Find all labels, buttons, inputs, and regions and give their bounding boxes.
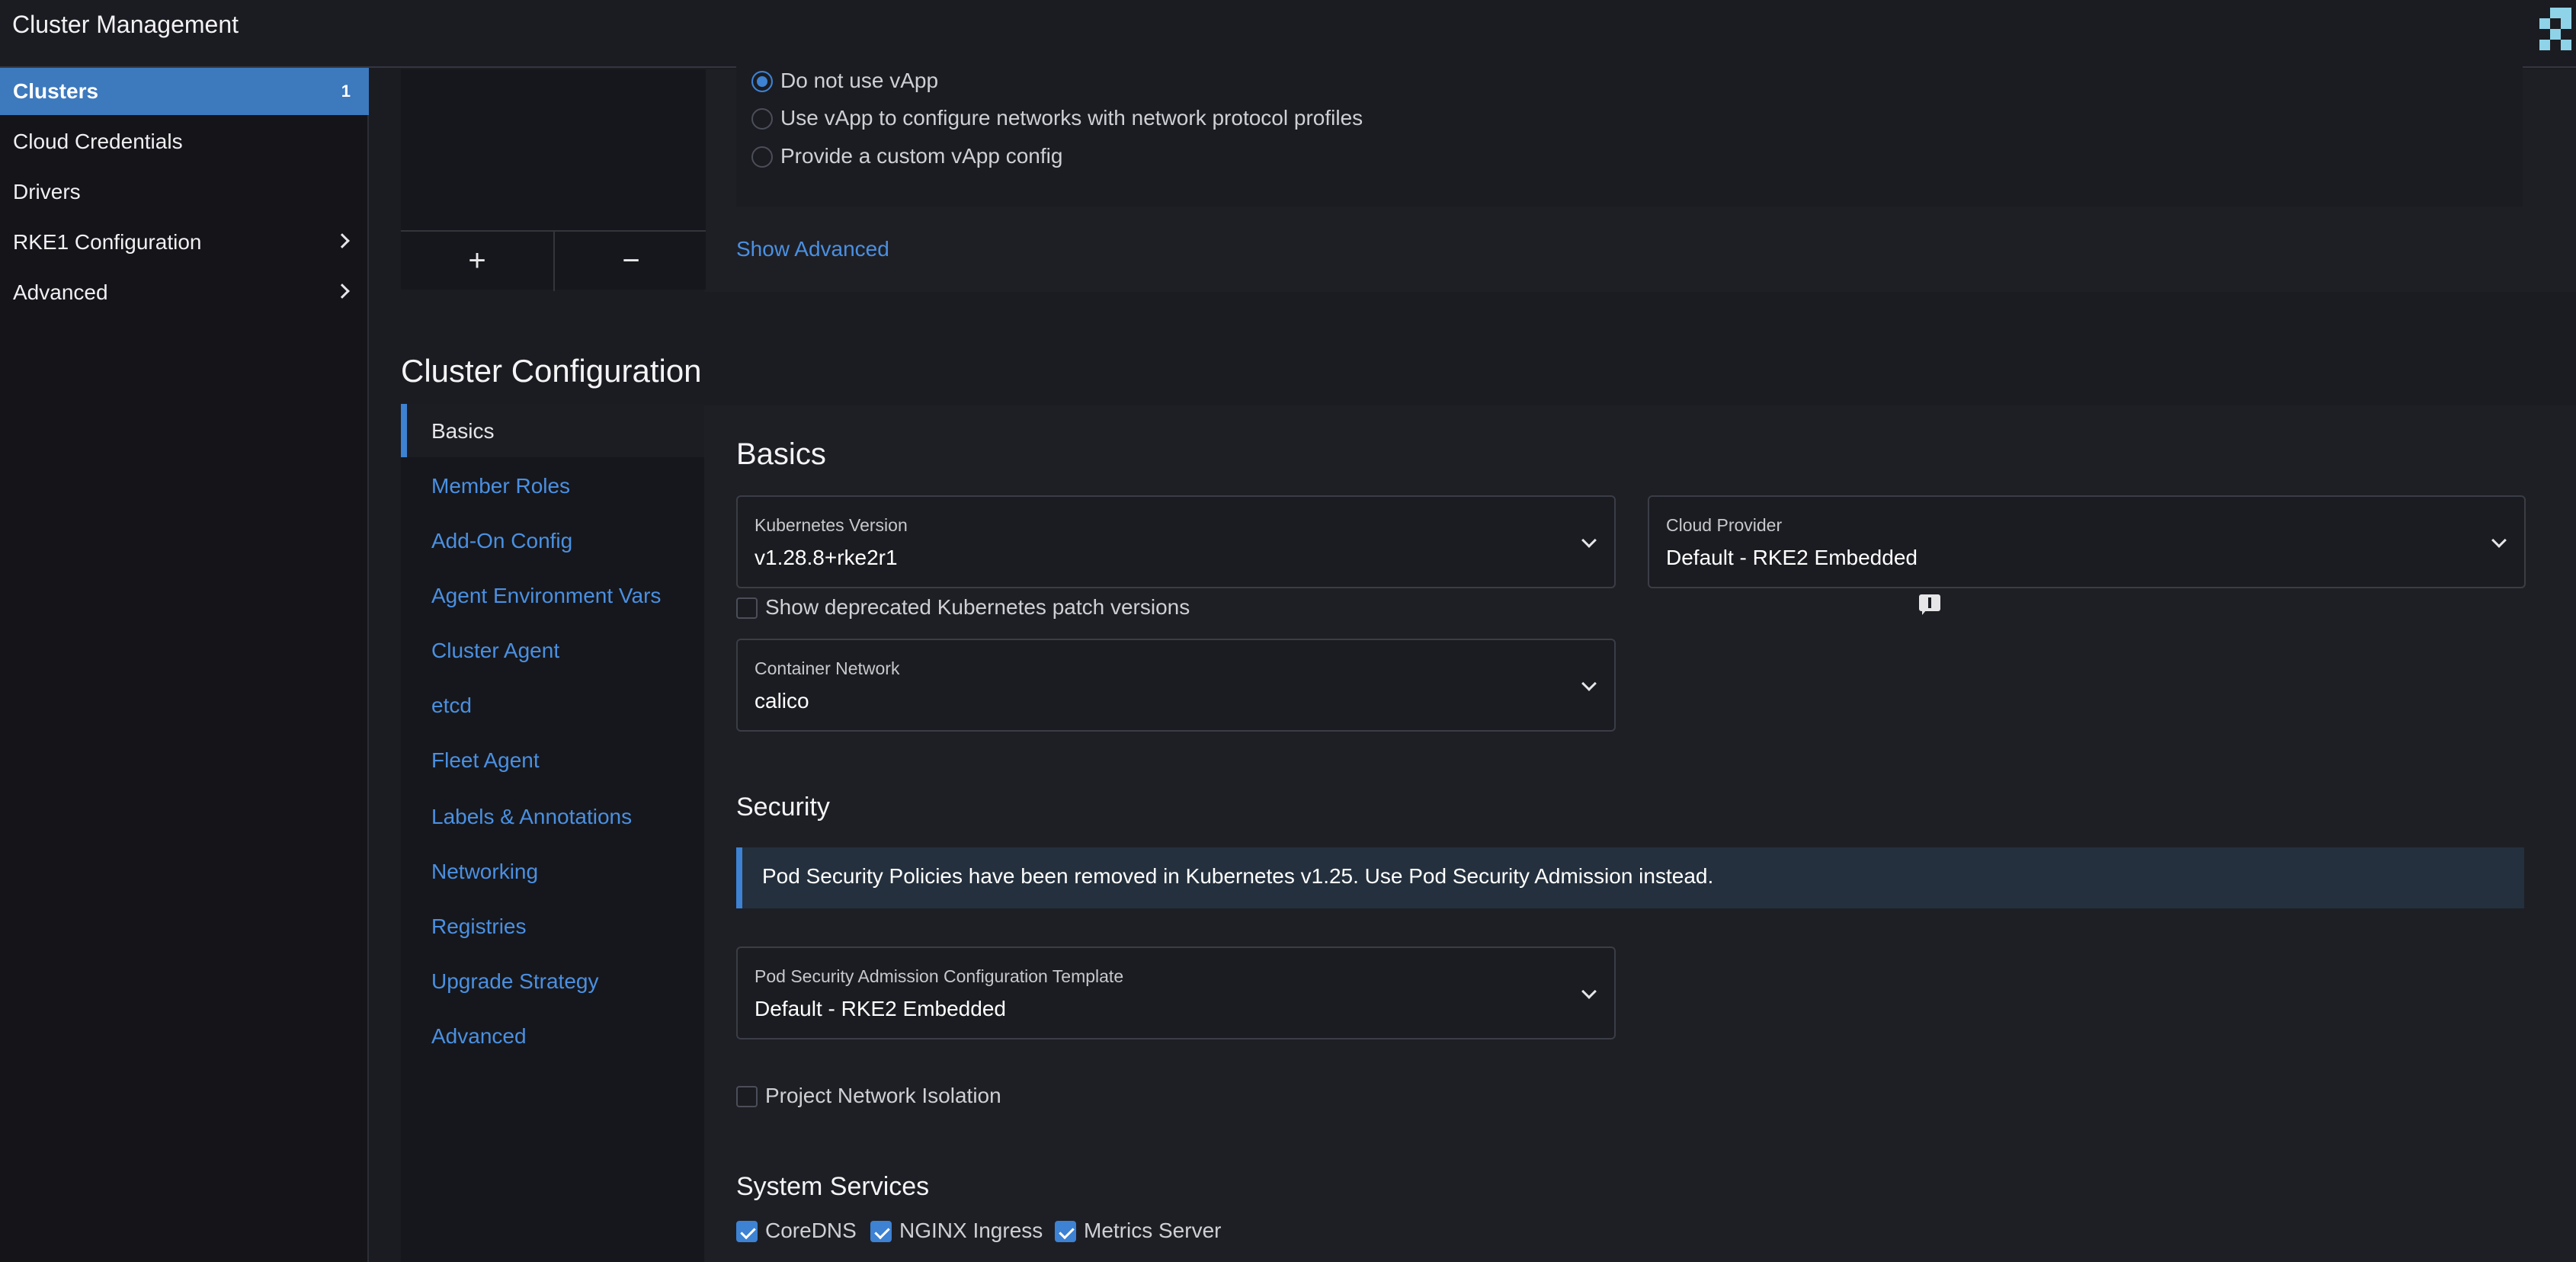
vapp-option-label: Provide a custom vApp config [780, 144, 1063, 168]
kubernetes-version-select[interactable]: Kubernetes Version v1.28.8+rke2r1 [736, 495, 1616, 588]
sidebar-item-rke1-configuration[interactable]: RKE1 Configuration [0, 219, 369, 266]
tab-label: Member Roles [431, 474, 571, 498]
page-title: Cluster Management [12, 11, 239, 38]
checkbox-label: NGINX Ingress [899, 1219, 1043, 1242]
sidebar-nav: Clusters 1 Cloud Credentials Drivers RKE… [0, 68, 369, 1262]
sidebar-item-label: Drivers [13, 180, 81, 203]
vapp-options-box [736, 0, 2523, 207]
tab-basics[interactable]: Basics [401, 404, 706, 457]
sidebar-item-label: Advanced [13, 280, 108, 304]
chevron-down-icon [1581, 676, 1597, 691]
system-services-heading: System Services [736, 1172, 930, 1201]
tab-networking[interactable]: Networking [401, 844, 706, 898]
metrics-server-checkbox[interactable] [1055, 1221, 1076, 1242]
chevron-down-icon [1581, 533, 1597, 548]
tab-label: Agent Environment Vars [431, 584, 662, 607]
tab-label: Add-On Config [431, 529, 573, 553]
remove-pool-button[interactable]: − [555, 232, 707, 291]
checkbox-label: Show deprecated Kubernetes patch version… [765, 595, 1190, 619]
vapp-option-label: Use vApp to configure networks with netw… [780, 106, 1363, 130]
tab-label: Labels & Annotations [431, 805, 633, 828]
tab-label: etcd [431, 693, 472, 717]
select-label: Pod Security Admission Configuration Tem… [755, 966, 1124, 986]
show-deprecated-checkbox-row[interactable]: Show deprecated Kubernetes patch version… [736, 594, 1956, 622]
add-pool-button[interactable]: + [401, 232, 553, 291]
cloud-provider-select[interactable]: Cloud Provider Default - RKE2 Embedded [1648, 495, 2526, 588]
sidebar-item-advanced[interactable]: Advanced [0, 269, 369, 316]
basics-heading: Basics [736, 437, 826, 471]
security-heading: Security [736, 793, 830, 822]
sidebar-item-label: Cloud Credentials [13, 130, 183, 153]
project-network-isolation-checkbox[interactable] [736, 1086, 758, 1107]
brand-logo-icon[interactable] [2538, 5, 2576, 55]
psa-template-select[interactable]: Pod Security Admission Configuration Tem… [736, 947, 1616, 1039]
tab-agent-environment-vars[interactable]: Agent Environment Vars [401, 569, 706, 622]
select-value: Default - RKE2 Embedded [755, 997, 1006, 1020]
nginx-ingress-checkbox[interactable] [870, 1221, 892, 1242]
tab-cluster-agent[interactable]: Cluster Agent [401, 623, 706, 677]
checkbox-label: Project Network Isolation [765, 1084, 1001, 1107]
machine-pool-list [401, 69, 706, 232]
tab-member-roles[interactable]: Member Roles [401, 459, 706, 512]
sidebar-item-drivers[interactable]: Drivers [0, 168, 369, 216]
chevron-right-icon [335, 233, 350, 248]
nginx-ingress-checkbox-row[interactable]: NGINX Ingress [870, 1218, 1043, 1245]
select-label: Cloud Provider [1666, 515, 1783, 535]
tab-label: Fleet Agent [431, 748, 540, 772]
select-value: Default - RKE2 Embedded [1666, 546, 1918, 569]
select-value: v1.28.8+rke2r1 [755, 546, 898, 569]
radio-unselected[interactable] [751, 108, 773, 130]
select-value: calico [755, 689, 809, 713]
tab-label: Cluster Agent [431, 639, 560, 662]
select-label: Kubernetes Version [755, 515, 908, 535]
metrics-server-checkbox-row[interactable]: Metrics Server [1055, 1218, 1238, 1245]
tab-label: Upgrade Strategy [431, 969, 599, 993]
tab-add-on-config[interactable]: Add-On Config [401, 514, 706, 567]
tab-label: Advanced [431, 1024, 527, 1048]
tab-advanced[interactable]: Advanced [401, 1009, 706, 1062]
pool-add-remove-bar: + − [401, 230, 707, 291]
vapp-option-label: Do not use vApp [780, 69, 939, 92]
tab-etcd[interactable]: etcd [401, 678, 706, 732]
info-tooltip-icon[interactable] [1919, 594, 1942, 616]
cluster-count-badge: 1 [341, 82, 351, 101]
show-advanced-link[interactable]: Show Advanced [736, 237, 889, 261]
select-label: Container Network [755, 658, 900, 678]
chevron-right-icon [335, 283, 350, 299]
sidebar-item-label: Clusters [13, 79, 99, 103]
tab-fleet-agent[interactable]: Fleet Agent [401, 733, 706, 786]
checkbox-label: CoreDNS [765, 1219, 857, 1242]
tab-label: Registries [431, 914, 527, 938]
sidebar-item-cloud-credentials[interactable]: Cloud Credentials [0, 118, 369, 165]
chevron-down-icon [2491, 533, 2507, 548]
chevron-down-icon [1581, 984, 1597, 999]
tab-upgrade-strategy[interactable]: Upgrade Strategy [401, 954, 706, 1007]
container-network-select[interactable]: Container Network calico [736, 639, 1616, 732]
checkbox-label: Metrics Server [1084, 1219, 1222, 1242]
coredns-checkbox[interactable] [736, 1221, 758, 1242]
sidebar-item-label: RKE1 Configuration [13, 230, 202, 254]
show-deprecated-checkbox[interactable] [736, 597, 758, 619]
psp-removed-banner: Pod Security Policies have been removed … [736, 847, 2524, 908]
sidebar-item-clusters[interactable]: Clusters 1 [0, 68, 369, 115]
radio-unselected[interactable] [751, 146, 773, 168]
tab-label: Basics [431, 419, 495, 443]
radio-selected[interactable] [751, 71, 773, 92]
tab-registries[interactable]: Registries [401, 899, 706, 953]
tab-label: Networking [431, 860, 539, 883]
cluster-configuration-title: Cluster Configuration [401, 353, 702, 389]
coredns-checkbox-row[interactable]: CoreDNS [736, 1218, 866, 1245]
tab-labels-annotations[interactable]: Labels & Annotations [401, 790, 706, 843]
banner-text: Pod Security Policies have been removed … [762, 864, 1714, 888]
project-network-isolation-row[interactable]: Project Network Isolation [736, 1083, 1193, 1110]
cluster-config-tabs: Basics Member Roles Add-On Config Agent … [401, 404, 706, 1262]
